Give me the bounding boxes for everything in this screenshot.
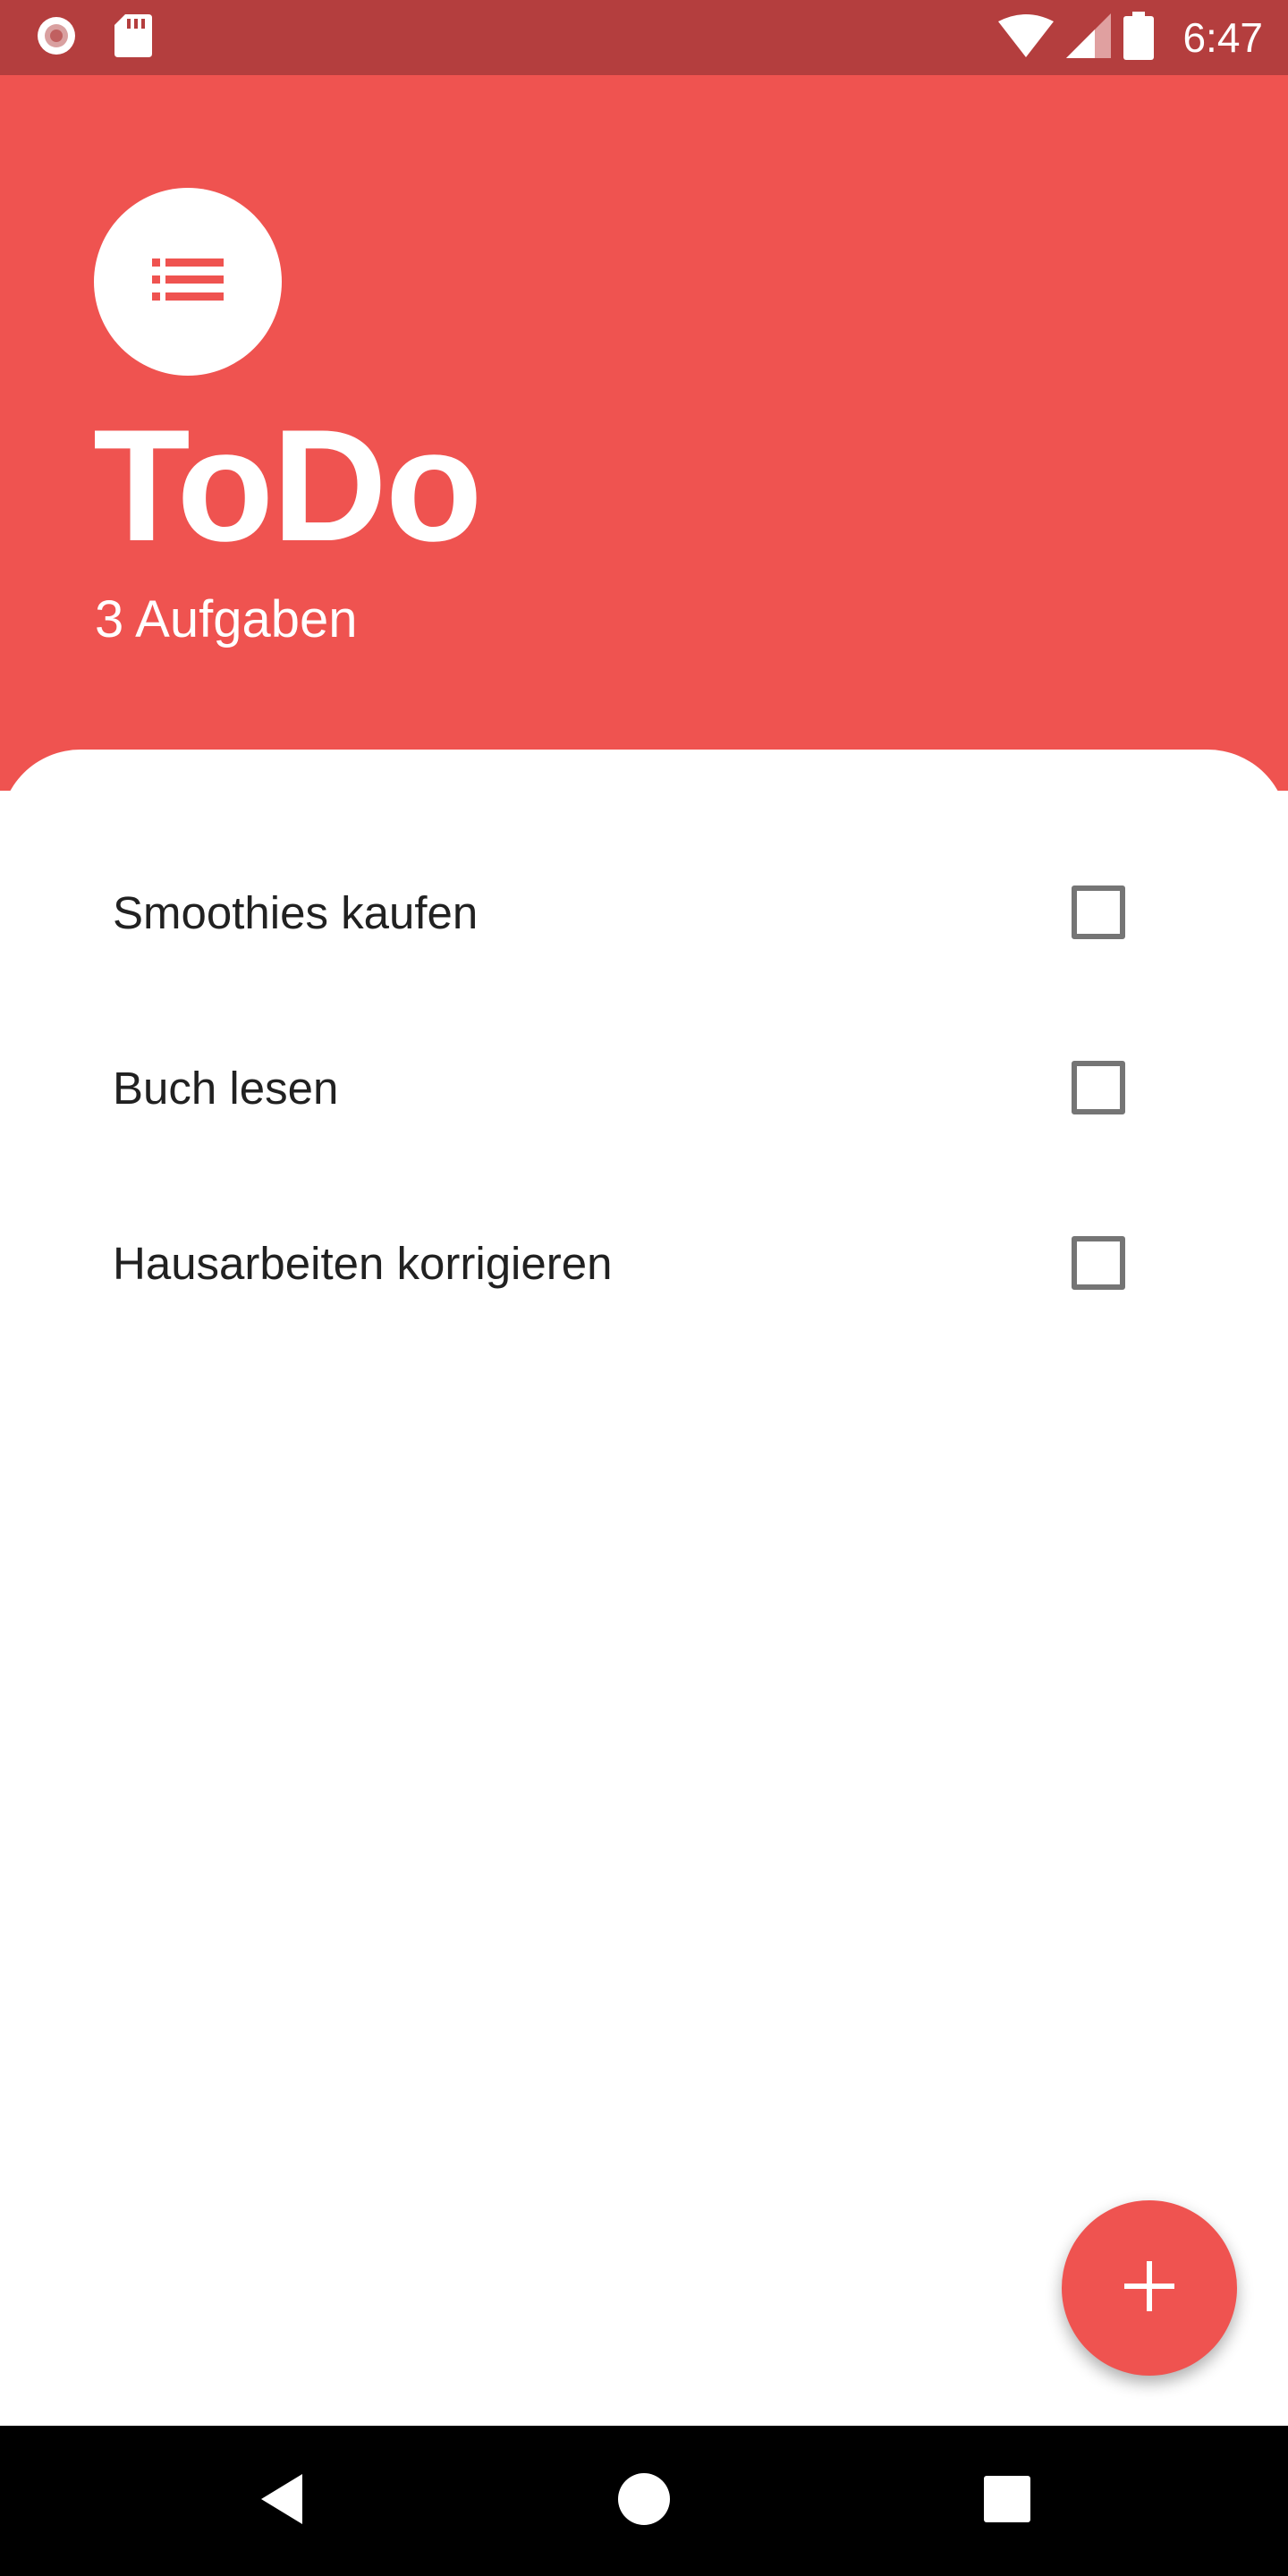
home-icon [617,2472,671,2530]
task-label: Buch lesen [113,1062,339,1114]
status-bar: 6:47 [0,0,1288,75]
home-button[interactable] [617,2472,671,2530]
task-count: 3 Aufgaben [95,590,358,648]
screen-record-icon [34,13,79,63]
header-avatar [94,188,282,376]
sd-card-icon [114,13,152,62]
back-icon [258,2472,306,2530]
navigation-bar [0,2426,1288,2576]
header: ToDo 3 Aufgaben [0,75,1288,791]
task-checkbox[interactable] [1072,886,1125,939]
list-icon [152,257,224,308]
status-right-icons: 6:47 [998,9,1263,66]
wifi-icon [998,13,1055,62]
task-label: Smoothies kaufen [113,886,479,938]
task-item[interactable]: Smoothies kaufen [0,825,1288,1000]
task-checkbox[interactable] [1072,1061,1125,1114]
task-item[interactable]: Hausarbeiten korrigieren [0,1175,1288,1351]
battery-icon [1123,11,1155,64]
recents-button[interactable] [980,2474,1034,2528]
add-task-button[interactable] [1062,2200,1237,2376]
task-checkbox[interactable] [1072,1236,1125,1290]
status-left-icons [34,13,152,62]
signal-icon [1066,13,1112,63]
plus-icon [1124,2260,1174,2316]
recents-icon [983,2475,1031,2528]
back-button[interactable] [255,2472,309,2530]
status-time: 6:47 [1182,14,1263,61]
task-label: Hausarbeiten korrigieren [113,1237,613,1289]
task-item[interactable]: Buch lesen [0,1000,1288,1175]
task-list: Smoothies kaufen Buch lesen Hausarbeiten… [0,825,1288,1351]
page-title: ToDo [93,396,483,574]
